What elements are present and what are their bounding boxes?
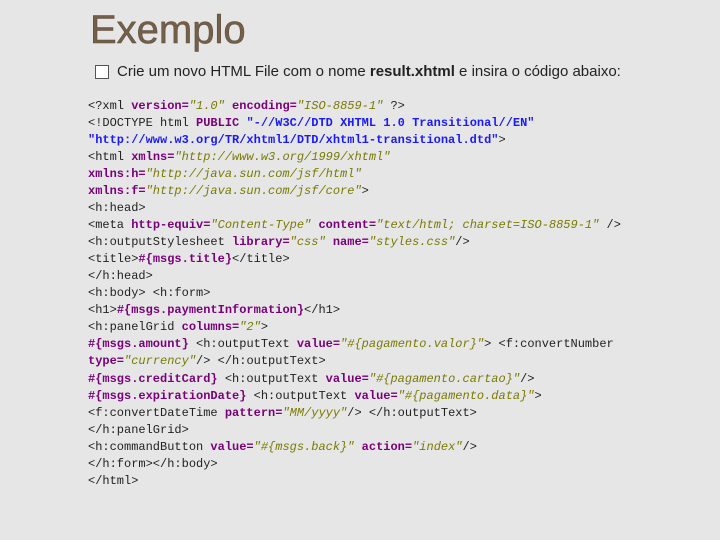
code-block: <?xml version="1.0" encoding="ISO-8859-1… (88, 98, 708, 490)
slide-title: Exemplo (90, 8, 246, 53)
checkbox-icon (95, 65, 109, 79)
bullet-text: Crie um novo HTML File com o nome result… (117, 62, 621, 82)
bullet-item: Crie um novo HTML File com o nome result… (95, 62, 700, 82)
